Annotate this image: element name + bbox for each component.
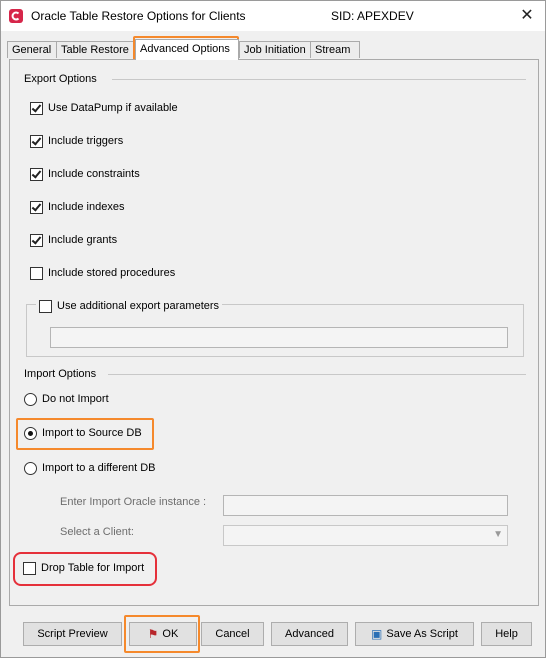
radio-import-to-different-db[interactable]: Import to a different DB <box>24 460 156 476</box>
save-as-script-button[interactable]: ▣ Save As Script <box>355 622 474 646</box>
radio-label: Import to a different DB <box>42 462 156 474</box>
checkbox-label: Include constraints <box>48 168 140 180</box>
tab-general[interactable]: General <box>7 41 57 58</box>
checkbox-label: Include grants <box>48 234 118 246</box>
checkbox-label: Include stored procedures <box>48 267 176 279</box>
close-button[interactable]: ✕ <box>515 5 539 27</box>
checkbox-include-indexes[interactable]: Include indexes <box>30 199 124 215</box>
checkbox-box[interactable] <box>39 299 52 313</box>
button-label: Script Preview <box>37 628 108 640</box>
highlight-import-to-source <box>16 418 154 450</box>
export-options-title: Export Options <box>24 73 97 85</box>
checkbox-use-datapump[interactable]: Use DataPump if available <box>30 100 178 116</box>
checkbox-label: Use additional export parameters <box>57 300 220 312</box>
import-instance-input[interactable] <box>223 495 508 516</box>
radio-circle[interactable] <box>24 392 37 406</box>
app-logo-icon <box>9 9 23 23</box>
checkbox-include-grants[interactable]: Include grants <box>30 232 117 248</box>
checkbox-box[interactable] <box>30 167 43 181</box>
highlight-drop-table <box>13 552 157 586</box>
button-label: Save As Script <box>386 628 458 640</box>
tab-job-initiation[interactable]: Job Initiation <box>239 41 319 58</box>
checkbox-include-triggers[interactable]: Include triggers <box>30 133 123 149</box>
advanced-button[interactable]: Advanced <box>271 622 348 646</box>
title-bar: Oracle Table Restore Options for Clients… <box>1 1 545 31</box>
checkbox-box[interactable] <box>30 101 43 115</box>
button-label: Cancel <box>215 628 250 640</box>
help-button[interactable]: Help <box>481 622 532 646</box>
dialog-window: Oracle Table Restore Options for Clients… <box>0 0 546 658</box>
checkbox-include-stored-procedures[interactable]: Include stored procedures <box>30 265 175 281</box>
checkbox-box[interactable] <box>30 266 43 280</box>
additional-params-input[interactable] <box>50 327 508 348</box>
checkbox-additional-export-params[interactable]: Use additional export parameters <box>36 298 223 314</box>
checkbox-label: Use DataPump if available <box>48 102 178 114</box>
cancel-button[interactable]: Cancel <box>201 622 264 646</box>
checkbox-label: Include triggers <box>48 135 124 147</box>
radio-circle[interactable] <box>24 461 37 475</box>
import-instance-label: Enter Import Oracle instance : <box>60 496 207 508</box>
select-client-dropdown[interactable]: ▼ <box>223 525 508 546</box>
import-separator <box>108 374 526 375</box>
chevron-down-icon: ▼ <box>493 529 503 540</box>
select-client-label: Select a Client: <box>60 526 134 538</box>
export-separator <box>112 79 526 80</box>
import-options-title: Import Options <box>24 368 97 380</box>
sid-label: SID: APEXDEV <box>331 9 414 23</box>
tab-stream[interactable]: Stream <box>310 41 360 58</box>
radio-label: Do not Import <box>42 393 109 405</box>
tab-advanced-options[interactable]: Advanced Options <box>135 39 239 60</box>
script-save-icon: ▣ <box>371 627 383 641</box>
button-label: Help <box>495 628 518 640</box>
checkbox-label: Include indexes <box>48 201 125 213</box>
checkbox-box[interactable] <box>30 200 43 214</box>
advanced-options-panel: Export Options Use DataPump if available… <box>9 59 539 606</box>
highlight-ok-button <box>124 615 200 653</box>
radio-do-not-import[interactable]: Do not Import <box>24 391 109 407</box>
checkbox-include-constraints[interactable]: Include constraints <box>30 166 140 182</box>
tab-table-restore[interactable]: Table Restore <box>56 41 134 58</box>
button-label: Advanced <box>285 628 334 640</box>
script-preview-button[interactable]: Script Preview <box>23 622 122 646</box>
window-title: Oracle Table Restore Options for Clients <box>31 9 246 23</box>
checkbox-box[interactable] <box>30 134 43 148</box>
checkbox-box[interactable] <box>30 233 43 247</box>
